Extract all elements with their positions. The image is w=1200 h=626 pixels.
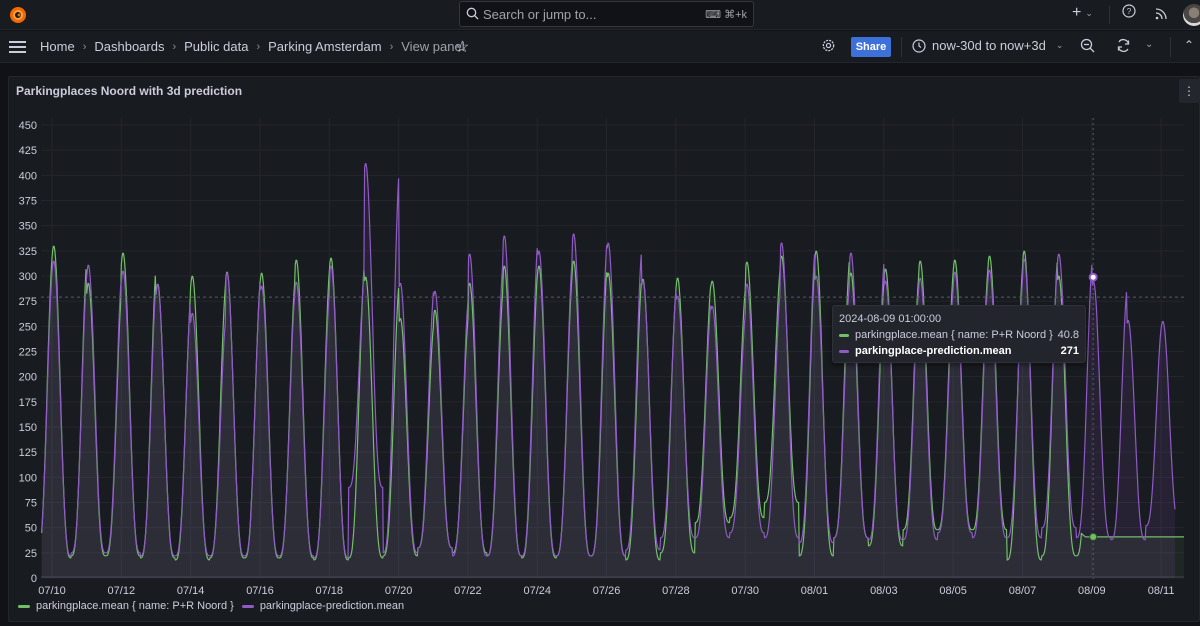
x-tick-label: 08/05 [939,585,967,597]
legend-label: parkingplace.mean { name: P+R Noord } [36,600,234,612]
tooltip-series-name: parkingplace.mean { name: P+R Noord } [855,329,1053,341]
y-tick-label: 50 [25,523,37,535]
legend-item-prediction[interactable]: parkingplace-prediction.mean [241,600,405,612]
y-tick-label: 175 [19,397,37,409]
y-tick-label: 25 [25,548,37,560]
hover-tooltip: 2024-08-09 01:00:00 parkingplace.mean { … [832,305,1086,363]
legend-swatch [241,604,254,608]
x-tick-label: 07/20 [385,585,413,597]
tooltip-series-value: 40.8 [1057,329,1079,341]
y-tick-label: 300 [19,271,37,283]
legend-label: parkingplace-prediction.mean [259,600,405,612]
y-tick-label: 275 [19,296,37,308]
series-swatch-actual [839,333,849,337]
tooltip-series-name: parkingplace-prediction.mean [855,345,1012,357]
y-tick-label: 450 [19,120,37,132]
y-tick-label: 150 [19,422,37,434]
x-tick-label: 08/01 [801,585,829,597]
x-tick-label: 08/03 [870,585,898,597]
y-tick-label: 75 [25,498,37,510]
y-tick-label: 400 [19,170,37,182]
y-tick-label: 225 [19,347,37,359]
y-tick-label: 425 [19,145,37,157]
y-tick-label: 375 [19,196,37,208]
legend-swatch [18,604,30,608]
x-tick-label: 07/30 [731,585,759,597]
series-swatch-prediction [839,349,849,353]
x-axis: 07/10 07/12 07/14 07/16 07/18 07/20 07/22 07/24… [38,585,1174,597]
y-tick-label: 200 [19,372,37,384]
y-tick-label: 350 [19,221,37,233]
x-tick-label: 08/09 [1078,585,1106,597]
y-axis: 0 25 50 75 100 125 150 175 200 225 250 275 300 325 350… [19,120,37,585]
tooltip-series-value: 271 [1060,345,1079,357]
x-tick-label: 07/10 [38,585,66,597]
x-tick-label: 07/28 [662,585,690,597]
hover-point-prediction [1088,272,1098,282]
x-tick-label: 07/24 [523,585,551,597]
y-tick-label: 0 [31,573,37,585]
tooltip-row-actual: parkingplace.mean { name: P+R Noord } 40… [839,329,1079,341]
tooltip-row-prediction: parkingplace-prediction.mean 271 [839,345,1079,357]
x-tick-label: 07/22 [454,585,482,597]
x-tick-label: 07/16 [246,585,274,597]
tooltip-timestamp: 2024-08-09 01:00:00 [839,313,942,325]
x-tick-label: 07/12 [108,585,136,597]
hover-point-actual [1089,532,1098,541]
x-tick-label: 08/07 [1009,585,1037,597]
y-tick-label: 325 [19,246,37,258]
x-tick-label: 07/18 [316,585,344,597]
x-tick-label: 08/11 [1148,585,1175,597]
y-tick-label: 100 [19,472,37,484]
x-tick-label: 07/14 [177,585,205,597]
y-tick-label: 250 [19,321,37,333]
y-tick-label: 125 [19,447,37,459]
chart-legend: parkingplace.mean { name: P+R Noord } pa… [18,600,412,612]
x-tick-label: 07/26 [593,585,621,597]
legend-item-actual[interactable]: parkingplace.mean { name: P+R Noord } [18,600,234,612]
